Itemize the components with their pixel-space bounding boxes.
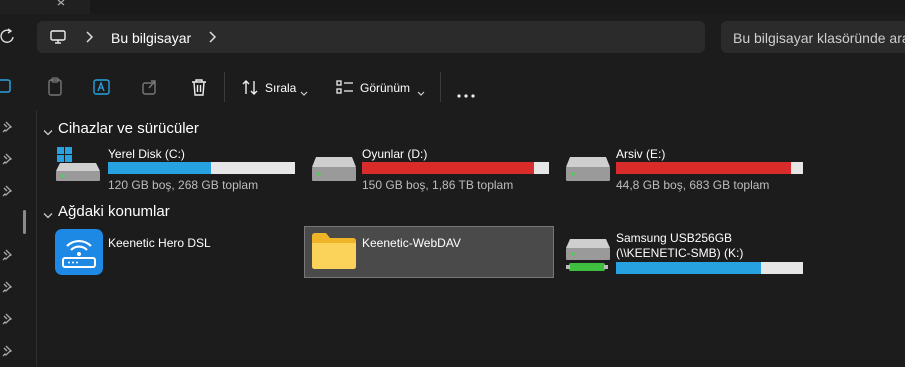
drive-usage-bar: [616, 262, 803, 274]
delete-icon[interactable]: [189, 77, 209, 97]
sort-chevron-down-icon[interactable]: [300, 84, 308, 102]
pin-icon[interactable]: [2, 344, 14, 357]
tab-close-icon[interactable]: [52, 0, 74, 14]
pin-icon[interactable]: [2, 184, 14, 197]
hard-drive-icon[interactable]: [564, 155, 612, 185]
section-collapse-chevron-icon[interactable]: [43, 124, 53, 142]
section-title-network[interactable]: Ağdaki konumlar: [58, 203, 170, 220]
tab-strip: [0, 0, 905, 14]
drive-usage-fill: [362, 162, 535, 174]
drive-usage-fill: [616, 162, 791, 174]
pin-icon[interactable]: [2, 248, 14, 261]
toolbar-separator: [440, 72, 441, 102]
pin-icon[interactable]: [2, 280, 14, 293]
view-button[interactable]: Görünüm: [360, 81, 410, 95]
toolbar-separator: [224, 72, 225, 102]
pin-icon[interactable]: [2, 152, 14, 165]
rename-icon[interactable]: [92, 77, 112, 97]
sort-icon[interactable]: [241, 78, 261, 98]
tab-bar-background: [90, 0, 905, 14]
drive-usage-bar: [108, 162, 295, 174]
drive-name[interactable]: Oyunlar (D:): [362, 147, 427, 161]
pin-icon[interactable]: [2, 312, 14, 325]
network-location-name[interactable]: Keenetic Hero DSL: [108, 236, 211, 250]
drive-usage-bar: [616, 162, 803, 174]
breadcrumb-separator-icon[interactable]: [84, 30, 94, 49]
share-icon[interactable]: [140, 77, 160, 97]
network-drive-icon[interactable]: [564, 238, 614, 274]
drive-usage-bar: [362, 162, 549, 174]
drive-usage-fill: [108, 162, 212, 174]
this-pc-icon: [49, 28, 67, 46]
search-placeholder[interactable]: Bu bilgisayar klasöründe ara: [733, 30, 905, 46]
copy-icon[interactable]: [0, 77, 20, 97]
network-location-name[interactable]: Keenetic-WebDAV: [362, 236, 461, 250]
more-options-icon[interactable]: [457, 85, 475, 103]
drive-space-info: 44,8 GB boş, 683 GB toplam: [616, 178, 770, 192]
navigation-scrollbar[interactable]: [23, 210, 26, 234]
drive-space-info: 120 GB boş, 268 GB toplam: [108, 178, 259, 192]
breadcrumb-chevron-icon[interactable]: [207, 30, 217, 49]
command-bar: [0, 64, 905, 110]
drive-space-info: 150 GB boş, 1,86 TB toplam: [362, 178, 514, 192]
breadcrumb-this-pc[interactable]: Bu bilgisayar: [111, 30, 191, 46]
navigation-pane: [0, 110, 30, 367]
pin-icon[interactable]: [2, 120, 14, 133]
section-collapse-chevron-icon[interactable]: [43, 207, 53, 225]
drive-usage-fill: [616, 262, 761, 274]
network-drive-name[interactable]: Samsung USB256GB: [616, 231, 732, 245]
refresh-icon[interactable]: [0, 28, 16, 46]
paste-icon[interactable]: [45, 77, 65, 97]
router-icon[interactable]: [54, 228, 104, 276]
folder-icon[interactable]: [311, 232, 357, 270]
view-chevron-down-icon[interactable]: [417, 84, 425, 102]
section-title-devices[interactable]: Cihazlar ve sürücüler: [58, 120, 199, 137]
view-icon[interactable]: [335, 78, 355, 98]
drive-name[interactable]: Yerel Disk (C:): [108, 147, 185, 161]
sort-button[interactable]: Sırala: [265, 81, 296, 95]
windows-drive-icon[interactable]: [54, 147, 102, 183]
hard-drive-icon[interactable]: [310, 155, 358, 185]
pane-divider[interactable]: [36, 110, 37, 367]
drive-name[interactable]: Arsiv (E:): [616, 147, 665, 161]
network-drive-path[interactable]: (\\KEENETIC-SMB) (K:): [616, 246, 743, 260]
